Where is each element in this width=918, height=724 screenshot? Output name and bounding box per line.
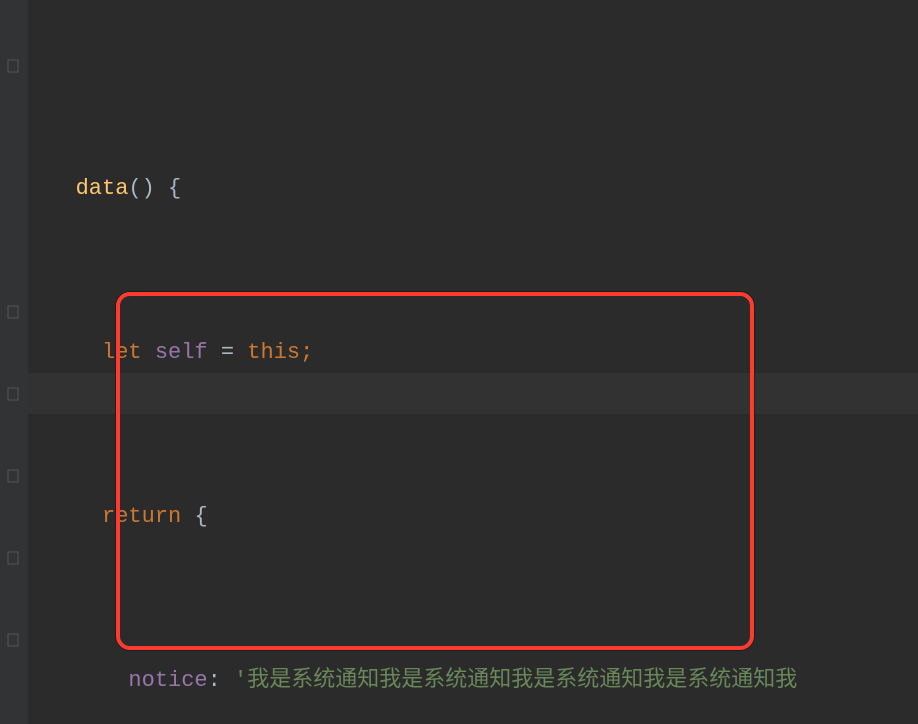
code-line: notice: '我是系统通知我是系统通知我是系统通知我是系统通知我 [36, 660, 918, 701]
gutter-mark-icon [5, 302, 21, 318]
active-line-highlight [28, 373, 918, 414]
code-line: return { [36, 496, 918, 537]
keyword-let: let [102, 340, 142, 365]
code-content[interactable]: data() { let self = this; return { notic… [28, 0, 918, 724]
identifier: self [155, 340, 208, 365]
gutter-mark-icon [5, 466, 21, 482]
property-key: notice [128, 668, 207, 693]
gutter-mark-icon [5, 548, 21, 564]
code-line: let self = this; [36, 332, 918, 373]
method-name: data [76, 176, 129, 201]
editor-gutter [0, 0, 28, 724]
code-line: data() { [36, 168, 918, 209]
string-literal: '我是系统通知我是系统通知我是系统通知我是系统通知我 [234, 668, 797, 693]
gutter-mark-icon [5, 384, 21, 400]
keyword-this: this [247, 340, 300, 365]
gutter-mark-icon [5, 630, 21, 646]
code-editor[interactable]: data() { let self = this; return { notic… [0, 0, 918, 724]
keyword-return: return [102, 504, 181, 529]
gutter-mark-icon [5, 56, 21, 72]
